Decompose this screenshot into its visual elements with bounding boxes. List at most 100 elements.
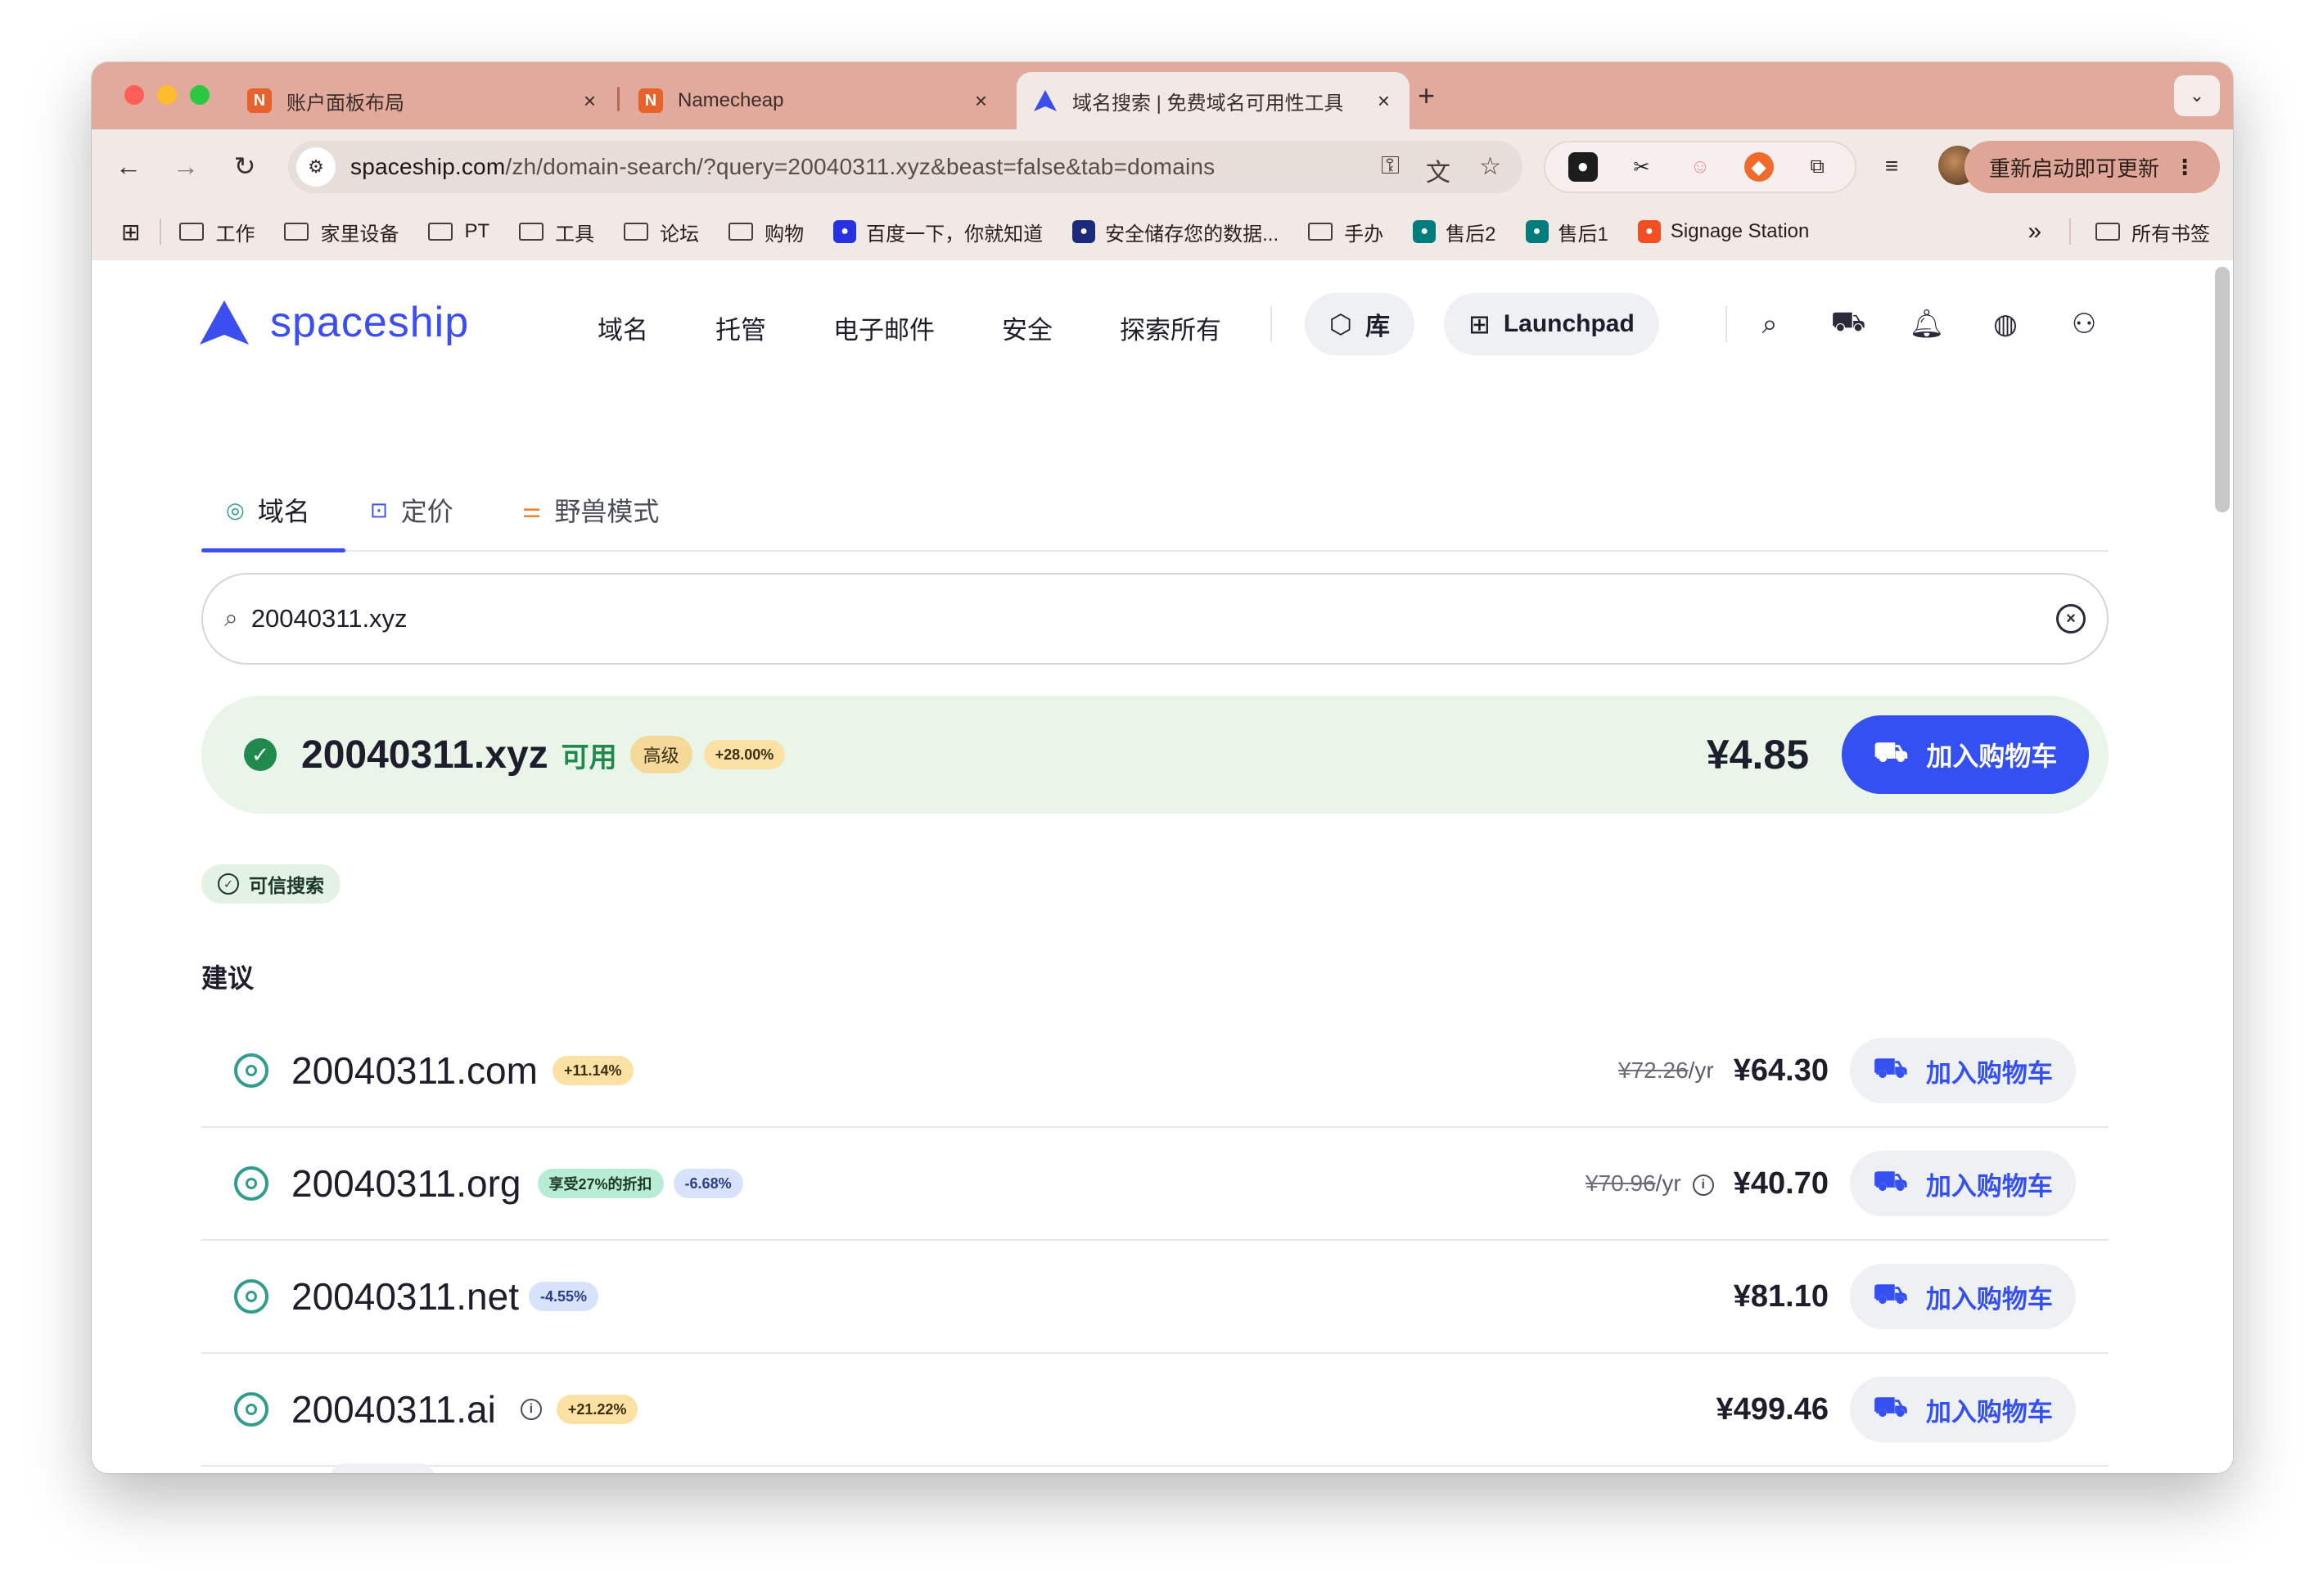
add-to-cart-button[interactable]: ⛟ 加入购物车 [1850, 1377, 2076, 1442]
add-to-cart-button[interactable]: ⛟ 加入购物车 [1850, 1151, 2076, 1216]
add-to-cart-button[interactable]: ⛟ 加入购物车 [1850, 1038, 2076, 1103]
tab-label: 定价 [400, 497, 453, 526]
spaceship-logo[interactable]: spaceship [198, 298, 469, 347]
folder-icon [179, 223, 205, 241]
logo-text: spaceship [270, 299, 470, 346]
bookmark-item[interactable]: PT [428, 220, 489, 243]
bookmark-item[interactable]: 工具 [519, 218, 594, 246]
search-value[interactable]: 20040311.xyz [251, 604, 408, 633]
tab-domains[interactable]: ◎ 域名 [226, 491, 310, 529]
minimize-window-button[interactable] [157, 85, 177, 105]
clear-search-icon[interactable]: × [2056, 604, 2086, 633]
extension-scissors-icon[interactable]: ✂ [1626, 152, 1656, 182]
cart-label: 加入购物车 [1925, 1171, 2053, 1201]
new-tab-button[interactable]: + [1418, 79, 1435, 113]
cart-label: 加入购物车 [1925, 1284, 2053, 1314]
search-icon[interactable]: ⌕ [1753, 308, 1786, 340]
url-text[interactable]: spaceship.com/zh/domain-search/?query=20… [350, 154, 1215, 180]
nav-domains[interactable]: 域名 [598, 309, 648, 346]
bookmark-item[interactable]: 购物 [728, 218, 804, 246]
extension-fox-icon[interactable]: ◆ [1743, 152, 1774, 182]
premium-badge: 高级 [629, 736, 692, 773]
extension-cat-icon[interactable]: ☺ [1685, 152, 1715, 182]
page-scrollbar[interactable] [2215, 267, 2230, 512]
cart-label: 加入购物车 [1926, 742, 2058, 771]
bell-icon[interactable]: 🔔︎ [1909, 308, 1944, 340]
library-button[interactable]: ⬡ 库 [1305, 293, 1414, 355]
tab-pricing[interactable]: ⊡ 定价 [370, 491, 453, 529]
browser-tab[interactable]: N 账户面板布局 × [231, 72, 616, 129]
address-bar[interactable]: ⚙ spaceship.com/zh/domain-search/?query=… [288, 141, 1522, 193]
browser-tab-active[interactable]: 域名搜索 | 免费域名可用性工具 × [1017, 72, 1410, 129]
reading-list-icon[interactable]: ≡ [1873, 147, 1910, 185]
close-tab-icon[interactable]: × [584, 88, 596, 114]
domain-search-input[interactable]: ⌕ 20040311.xyz × [201, 573, 2109, 665]
user-icon[interactable]: ⚇ [2068, 308, 2100, 340]
close-window-button[interactable] [124, 85, 144, 105]
browser-tab[interactable]: N Namecheap × [622, 72, 1007, 129]
add-to-cart-button[interactable]: ⛟ 加入购物车 [1850, 1264, 2076, 1329]
nav-hosting[interactable]: 托管 [715, 309, 766, 346]
bookmark-item[interactable]: ● 安全储存您的数据... [1072, 218, 1279, 246]
tab-strip: N 账户面板布局 × N Namecheap × 域名搜索 | 免费域名可用性工… [92, 62, 2233, 129]
zoom-window-button[interactable] [190, 85, 210, 105]
spaceship-favicon-icon [1033, 88, 1058, 113]
nav-email[interactable]: 电子邮件 [833, 309, 935, 346]
info-icon[interactable]: i [1692, 1174, 1714, 1196]
menu-dots-icon[interactable]: ⋮ [2174, 155, 2195, 180]
globe-icon[interactable]: ◍ [1989, 308, 2022, 340]
tab-label: 域名 [257, 497, 310, 526]
bookmark-label: 购物 [765, 223, 805, 246]
bookmark-item[interactable]: ● 售后1 [1525, 218, 1608, 246]
extensions-puzzle-icon[interactable]: ⧉ [1802, 152, 1832, 182]
folder-icon [624, 223, 649, 241]
forward-arrow-icon[interactable]: → [167, 147, 205, 185]
bookmark-item[interactable]: ● Signage Station [1637, 220, 1809, 243]
info-icon[interactable]: i [520, 1399, 542, 1420]
cart-icon[interactable]: ⛟ [1831, 306, 1866, 340]
translate-icon[interactable]: 文 [1426, 152, 1450, 188]
close-tab-icon[interactable]: × [975, 88, 987, 114]
trusted-search-badge[interactable]: ✓ 可信搜索 [201, 864, 341, 904]
domain-icon: ◎ [226, 497, 245, 522]
bookmark-label: 售后1 [1558, 223, 1608, 246]
back-arrow-icon[interactable]: ← [110, 147, 147, 185]
active-tab-indicator [201, 548, 345, 552]
cart-label: 加入购物车 [1925, 1397, 2053, 1427]
nav-explore-all[interactable]: 探索所有 [1120, 309, 1221, 346]
password-key-icon[interactable]: ⚿ [1381, 152, 1400, 180]
tab-search-button[interactable]: ⌄ [2174, 75, 2220, 116]
bookmarks-overflow-icon[interactable]: » [2028, 218, 2041, 246]
tab-beast-mode[interactable]: ⚌ 野兽模式 [522, 491, 659, 529]
bookmark-item[interactable]: ● 百度一下，你就知道 [833, 218, 1043, 246]
bookmark-item[interactable]: ● 售后2 [1413, 218, 1496, 246]
all-bookmarks-folder[interactable]: 所有书签 [2095, 218, 2210, 246]
price-group: ¥81.10 ⛟ 加入购物车 [1734, 1264, 2076, 1329]
folder-icon [1308, 223, 1333, 241]
check-circle-icon: ✓ [218, 873, 239, 895]
bookmark-item[interactable]: 手办 [1308, 218, 1383, 246]
add-to-cart-button[interactable]: ⛟ 加入购物车 [1842, 715, 2089, 794]
bookmark-item[interactable]: 论坛 [624, 218, 699, 246]
suggestion-domain-name: 20040311.net [291, 1275, 519, 1318]
bookmark-star-icon[interactable]: ☆ [1479, 152, 1501, 181]
site-settings-icon[interactable]: ⚙ [296, 147, 336, 187]
bookmark-item[interactable]: 家里设备 [284, 218, 399, 246]
extension-icon[interactable]: ● [1567, 152, 1598, 182]
baidu-icon: ● [833, 220, 857, 243]
price-change-badge: -6.68% [673, 1169, 743, 1198]
update-button[interactable]: 重新启动即可更新 ⋮ [1964, 141, 2220, 193]
suggestion-price: ¥40.70 [1733, 1165, 1829, 1201]
close-tab-icon[interactable]: × [1378, 88, 1390, 114]
bookmark-item[interactable]: 工作 [179, 218, 255, 246]
apps-grid-icon[interactable]: ⊞ [121, 219, 140, 246]
load-more-button[interactable] [329, 1463, 435, 1473]
launchpad-label: Launchpad [1503, 310, 1635, 337]
price-icon: ⊡ [370, 497, 388, 522]
launchpad-button[interactable]: ⊞ Launchpad [1444, 293, 1659, 355]
namecheap-icon: N [247, 88, 272, 113]
nav-security[interactable]: 安全 [1002, 309, 1053, 346]
price-group: ¥70.96/yr i ¥40.70 ⛟ 加入购物车 [1586, 1151, 2076, 1216]
navigation-bar: ← → ↻ ⚙ spaceship.com/zh/domain-search/?… [92, 129, 2233, 203]
reload-icon[interactable]: ↻ [226, 147, 264, 185]
